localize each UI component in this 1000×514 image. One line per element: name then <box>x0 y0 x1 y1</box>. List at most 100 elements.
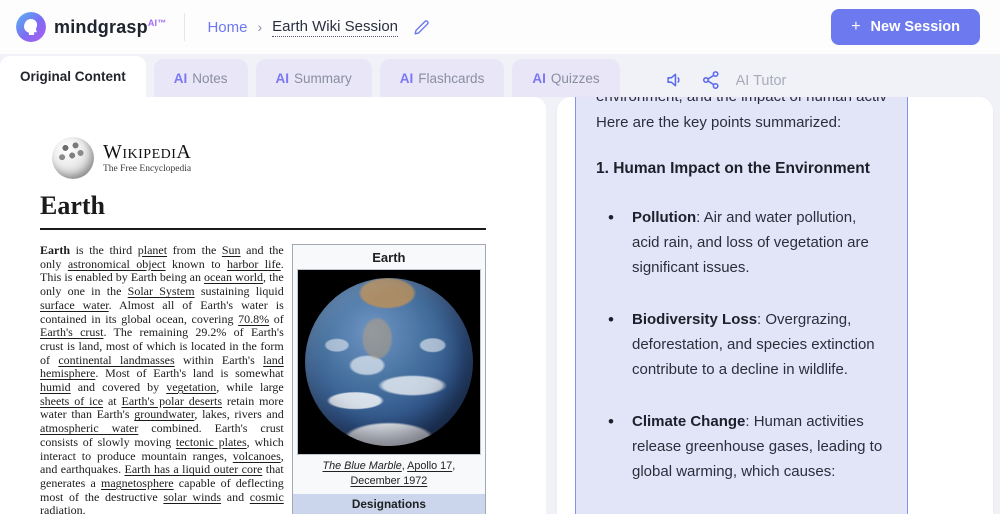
text-segment: , while large <box>216 380 284 395</box>
speaker-icon[interactable] <box>664 69 686 91</box>
text-segment: known to <box>165 256 227 271</box>
summary-intro: Here are the key points summarized: <box>596 114 842 131</box>
sub-bullet-glaciers: Melting glaciers and ice sheets <box>632 508 887 514</box>
tab-ai-flashcards[interactable]: AI Flashcards <box>379 59 505 97</box>
mindgrasp-logo-icon <box>16 12 46 42</box>
wiki-link[interactable]: continental landmasses <box>58 353 174 367</box>
share-icon[interactable] <box>700 69 722 91</box>
tab-original-content[interactable]: Original Content <box>0 56 146 97</box>
wiki-link[interactable]: astronomical object <box>68 257 166 271</box>
tab-ai-quizzes[interactable]: AI Quizzes <box>512 59 620 97</box>
text-segment: and <box>221 489 250 504</box>
earth-photo <box>304 278 473 446</box>
breadcrumb-home-link[interactable]: Home <box>207 19 247 36</box>
text-segment: Earth <box>40 243 70 257</box>
wiki-link[interactable]: humid <box>40 380 71 394</box>
app-header: mindgraspAI™ Home › Earth Wiki Session +… <box>0 0 1000 54</box>
tab-label: Notes <box>192 70 228 86</box>
wiki-link[interactable]: December 1972 <box>350 475 427 487</box>
tab-ai-prefix: AI <box>399 70 414 86</box>
wiki-link[interactable]: Apollo 17 <box>407 460 452 472</box>
brand-logo[interactable]: mindgraspAI™ <box>16 12 166 42</box>
bullet-term: Pollution <box>632 209 697 226</box>
infobox-title: Earth <box>372 250 406 265</box>
plus-icon: + <box>851 18 861 35</box>
text-segment: of <box>269 311 284 326</box>
wiki-link[interactable]: Earth's polar deserts <box>121 394 222 408</box>
wiki-link[interactable]: harbor life <box>227 257 281 271</box>
wiki-link[interactable]: planet <box>138 243 167 257</box>
tab-ai-prefix: AI <box>275 70 290 86</box>
breadcrumb-session-name[interactable]: Earth Wiki Session <box>272 18 398 37</box>
breadcrumb-separator: › <box>257 19 263 35</box>
summary-bullet-biodiversity: Biodiversity Loss: Overgrazing, deforest… <box>596 307 887 382</box>
image-caption: The Blue Marble, Apollo 17, December 197… <box>293 455 485 494</box>
new-session-label: New Session <box>870 19 960 35</box>
infobox: Earth The Blue Marble, Apollo 17, Decemb… <box>291 244 486 514</box>
wiki-link[interactable]: solar winds <box>163 490 221 504</box>
wiki-link[interactable]: tectonic plates <box>176 435 247 449</box>
text-segment: within Earth's <box>174 352 264 367</box>
text-segment: . <box>82 503 86 514</box>
wiki-link[interactable]: Sun <box>222 243 241 257</box>
header-divider <box>184 13 186 41</box>
wiki-link[interactable]: ocean world <box>204 270 263 285</box>
tab-label: Original Content <box>20 69 126 84</box>
text-segment: sustaining liquid <box>194 284 284 299</box>
breadcrumb: Home › Earth Wiki Session <box>207 18 431 37</box>
bullet-term: Climate Change <box>632 413 746 430</box>
article-paragraph: Earth is the third planet from the Sun a… <box>40 243 284 514</box>
wikipedia-wordmark: WikipediA <box>103 141 192 163</box>
tab-ai-prefix: AI <box>532 70 546 86</box>
wiki-link[interactable]: groundwater <box>134 407 194 422</box>
wiki-link[interactable]: Earth's crust <box>40 325 103 339</box>
wiki-link[interactable]: magnetosphere <box>101 476 174 490</box>
brand-superscript: AI™ <box>147 17 167 28</box>
text-segment: is the third <box>70 243 138 257</box>
wiki-link[interactable]: sheets of ice <box>40 394 103 408</box>
wiki-link[interactable]: atmospheric water <box>40 421 138 435</box>
wiki-link[interactable]: volcanoes <box>233 449 281 463</box>
summary-sub-list: Melting glaciers and ice sheets Rising s… <box>632 508 887 514</box>
tab-ai-summary[interactable]: AI Summary <box>255 59 372 97</box>
text-segment: , <box>452 460 456 472</box>
text-segment: at <box>103 393 122 408</box>
tab-label: Flashcards <box>418 70 485 86</box>
ai-tutor-label: AI Tutor <box>735 73 787 89</box>
ai-tutor-panel[interactable]: environment, and the impact of human act… <box>557 97 993 514</box>
clipped-text-line: environment, and the impact of human act… <box>596 97 887 109</box>
tab-label: Quizzes <box>550 70 600 86</box>
tab-ai-notes[interactable]: AI Notes <box>153 59 248 97</box>
wiki-link[interactable]: vegetation <box>166 380 216 394</box>
wiki-link[interactable]: 70.8% <box>238 312 269 326</box>
tab-label: Summary <box>294 70 352 86</box>
wiki-link[interactable]: Earth has a liquid outer core <box>125 462 263 476</box>
ai-summary-message[interactable]: environment, and the impact of human act… <box>575 97 908 514</box>
summary-bullet-pollution: Pollution: Air and water pollution, acid… <box>596 205 887 280</box>
wiki-link[interactable]: surface water <box>40 298 109 312</box>
wiki-link[interactable]: Solar System <box>128 284 195 298</box>
original-content-panel[interactable]: WikipediA The Free Encyclopedia Earth Ea… <box>0 97 546 514</box>
text-segment: . Most of Earth's land is somewhat <box>95 366 284 381</box>
blue-marble-image[interactable] <box>296 269 481 455</box>
wikipedia-logo: WikipediA The Free Encyclopedia <box>52 137 486 179</box>
text-segment: and covered by <box>70 380 167 395</box>
text-segment: from the <box>167 243 222 257</box>
toolbar-icons <box>664 69 722 91</box>
tab-bar: Original Content AI Notes AI Summary AI … <box>0 54 1000 97</box>
new-session-button[interactable]: + New Session <box>831 9 980 45</box>
article-body: Earth is the third planet from the Sun a… <box>40 243 284 514</box>
text-segment: , lakes, rivers and <box>194 407 284 422</box>
summary-bullet-climate: Climate Change: Human activities release… <box>596 409 887 514</box>
wiki-link[interactable]: The Blue Marble <box>323 460 402 472</box>
designations-header: Designations <box>292 494 485 514</box>
summary-bullet-list: Pollution: Air and water pollution, acid… <box>596 205 887 514</box>
edit-session-name-icon[interactable] <box>412 18 431 37</box>
bullet-term: Biodiversity Loss <box>632 311 758 328</box>
summary-heading: 1. Human Impact on the Environment <box>596 160 870 177</box>
wikipedia-globe-icon <box>52 137 94 179</box>
wikipedia-article: WikipediA The Free Encyclopedia Earth Ea… <box>40 137 486 514</box>
brand-name: mindgraspAI™ <box>54 16 167 37</box>
main-content: WikipediA The Free Encyclopedia Earth Ea… <box>0 97 1000 514</box>
wikipedia-tagline: The Free Encyclopedia <box>103 164 192 174</box>
